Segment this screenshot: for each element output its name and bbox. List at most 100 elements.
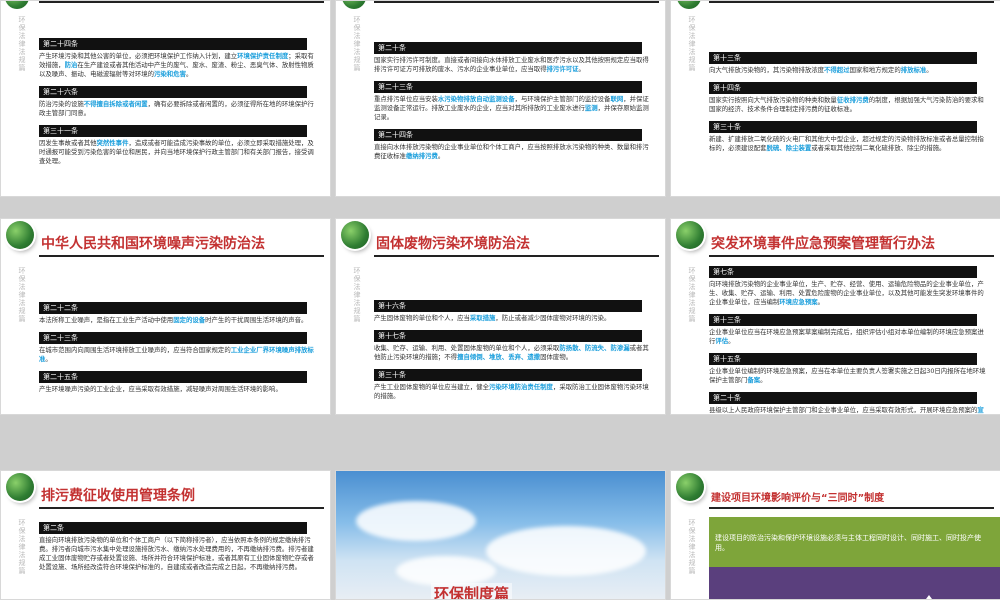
text-span: 固体废物。 [540,353,573,361]
article-heading: 第二十条 [374,42,642,54]
article-heading: 第七条 [709,266,977,278]
article-text: 在城市范围内向周围生活环境排放工业噪声的，应当符合国家规定的工业企业厂界环境噪声… [39,346,318,364]
highlighted-term: 环境保护责任制度 [237,52,289,60]
sidebar-label: 环保法律法规篇 [18,16,26,72]
purple-band [709,567,1000,599]
title-divider [374,255,659,257]
globe-icon [6,221,34,249]
highlighted-term: 不得擅自拆除或者闲置 [83,100,148,108]
article-heading: 第十三条 [709,52,977,64]
slide-4[interactable]: 中华人民共和国环境噪声污染防治法 环保法律法规篇 第二十二条 本法所称工业噪声，是… [0,218,331,415]
text-span: 国家实行排污许可制度。直接或者间接向水体排放工业废水和医疗污水以及其他按照规定应… [374,56,649,73]
sky-background-image [336,471,665,599]
text-span: 产生工业固体废物的单位应当建立，健全 [374,383,490,391]
text-span: 。 [45,355,52,363]
article-heading: 第二十四条 [374,129,642,141]
highlighted-term: 排污许可证 [546,65,579,73]
article-text: 向大气排放污染物的，其污染物排放浓度不得超过国家和地方规定的排放标准。 [709,66,988,75]
highlighted-term: 采取措施 [469,314,496,322]
article-text: 产生环境污染和其他公害的单位，必须把环境保护工作纳入计划，建立环境保护责任制度；… [39,52,318,79]
text-span: 直接向环境排放污染物的单位和个体工商户（以下简称排污者），应当依照本条例的规定缴… [39,536,314,571]
text-span: 。 [760,376,767,384]
article-text: 收集、贮存、运输、利用、处置固体废物的单位和个人，必须采取防扬散、防流失、防渗漏… [374,344,653,362]
slide-2[interactable]: 环保法律法规篇 第二十条国家实行排污许可制度。直接或者间接向水体排放工业废水和医… [335,0,666,197]
text-span: 向环境排放污染物的企业事业单位，生产、贮存、经营、使用、运输危险物品的企业事业单… [709,280,984,306]
highlighted-term: 脱硫、除尘装置 [766,144,812,152]
text-span: 产生固体废物的单位和个人，应当 [374,314,470,322]
text-span: 。 [926,66,933,74]
article-heading: 第二十四条 [39,38,307,50]
text-span: 产生环境噪声污染的工业企业，应当采取有效措施，减轻噪声对周围生活环境的影响。 [39,385,282,393]
article-heading: 第二十五条 [39,371,307,383]
sidebar-label: 环保法律法规篇 [18,267,26,323]
text-span: 在城市范围内向周围生活环境排放工业噪声的，应当符合国家规定的 [39,346,231,354]
text-span: 国家实行按照向大气排放污染物的种类和数量 [709,96,837,104]
text-span: 本法所称工业噪声，是指在工业生产活动中使用 [39,316,174,324]
sidebar-label: 环保法律法规篇 [18,519,26,575]
slide-3[interactable]: 环保法律法规篇 第十三条 向大气排放污染物的，其污染物排放浓度不得超过国家和地方规… [670,0,1000,197]
highlighted-term: 污染环境防治责任制度 [489,383,553,391]
highlighted-term: 联网 [610,95,624,103]
article-text: 直接向水体排放污染物的企业事业单位和个体工商户，应当按照排放水污染物的种类、数量… [374,143,653,161]
highlighted-term: 污染和危害 [154,70,186,78]
text-span: 。 [728,337,735,345]
text-span: 国家和地方规定的 [849,66,901,74]
title-divider [39,507,324,509]
article-heading: 第二十二条 [39,302,307,314]
text-span: 重点排污单位应当安装 [374,95,438,103]
sidebar-label: 环保法律法规篇 [353,267,361,323]
slide-1[interactable]: 环保法律法规篇 第二十四条产生环境污染和其他公害的单位，必须把环境保护工作纳入计… [0,0,331,197]
article-heading: 第二十三条 [374,81,642,93]
highlighted-term: 擅自倾倒、堆放、丢弃、遗撒 [457,353,541,361]
top-divider [709,1,994,3]
slide-content: 第七条向环境排放污染物的企业事业单位，生产、贮存、经营、使用、运输危险物品的企业… [709,259,988,414]
globe-icon [5,1,29,9]
highlighted-term: 征收排污费 [836,96,869,104]
slide-title: 突发环境事件应急预案管理暂行办法 [711,236,935,252]
slide-title: 排污费征收使用管理条例 [41,488,195,504]
globe-icon [677,1,701,9]
slide-title: 建设项目环境影响评价与“三同时”制度 [711,493,885,504]
text-span: ，与环境保护主管部门的监控设备 [514,95,611,103]
title-divider [39,255,324,257]
article-text: 企业事业单位编制的环境应急预案，应当在本单位主要负责人签署实施之日起30日内报所… [709,367,988,385]
text-span: 。 [185,70,193,78]
sidebar-label: 环保法律法规篇 [688,267,696,323]
article-text: 产生工业固体废物的单位应当建立，健全污染环境防治责任制度，采取防治工业固体废物污… [374,383,653,401]
highlighted-term: 水污染物排放自动监测设备 [437,95,515,103]
top-divider [39,1,324,3]
article-text: 企业事业单位应当在环境应急预案草案编制完成后，组织评估小组对本单位编制的环境应急… [709,328,988,346]
slide-7[interactable]: 排污费征收使用管理条例 环保法律法规篇 第二条直接向环境排放污染物的单位和个体工… [0,470,331,600]
slide-6[interactable]: 突发环境事件应急预案管理暂行办法 环保法律法规篇 第七条向环境排放污染物的企业事… [670,218,1000,415]
text-span: 。 [578,65,585,73]
article-heading: 第十五条 [709,353,977,365]
section-title: 环保制度篇 [431,583,513,599]
slide-8[interactable]: 环保制度篇 [335,470,666,600]
slide-5[interactable]: 固体废物污染环境防治法 环保法律法规篇 第十六条 产生固体废物的单位和个人，应当采… [335,218,666,415]
article-heading: 第三十条 [709,121,977,133]
slide-content: 第二条直接向环境排放污染物的单位和个体工商户（以下简称排污者），应当依照本条例的… [39,515,318,572]
article-text: 因发生事故或者其他突然性事件，造成或者可能造成污染事故的单位，必须立即采取措施处… [39,139,318,166]
text-span: 时产生的干扰周围生活环境的声音。 [205,316,308,324]
article-text: 重点排污单位应当安装水污染物排放自动监测设备，与环境保护主管部门的监控设备联网，… [374,95,653,122]
slide-9[interactable]: 建设项目环境影响评价与“三同时”制度 环保法律法规篇 建设项目的防治污染和保护环… [670,470,1000,600]
article-text: 本法所称工业噪声，是指在工业生产活动中使用固定的设备时产生的干扰周围生活环境的声… [39,316,318,325]
article-heading: 第十三条 [709,314,977,326]
article-heading: 第二条 [39,522,307,534]
text-span: 或者采取其他控制二氧化硫排放、除尘的措施。 [811,144,946,152]
title-divider [709,255,994,257]
slide-content: 第十六条 产生固体废物的单位和个人，应当采取措施，防止或者减少固体废物对环境的污染… [374,293,653,401]
article-heading: 第二十三条 [39,332,307,344]
text-span: 企业事业单位应当在环境应急预案草案编制完成后，组织评估小组对本单位编制的环境应急… [709,328,984,345]
sidebar-label: 环保法律法规篇 [688,519,696,575]
arrow-up-icon [923,595,935,599]
globe-icon [6,473,34,501]
article-heading: 第十六条 [374,300,642,312]
sidebar-label: 环保法律法规篇 [353,16,361,72]
article-text: 县级以上人民政府环境保护主管部门和企业事业单位，应当采取有效形式，开展环境应急预… [709,406,988,414]
article-text: 新建、扩建排放二氧化硫的火电厂和其他大中型企业，超过规定的污染物排放标准或者总量… [709,135,988,153]
article-text: 产生环境噪声污染的工业企业，应当采取有效措施，减轻噪声对周围生活环境的影响。 [39,385,318,394]
highlighted-term: 备案 [747,376,761,384]
highlighted-term: 防扬散、防流失、防渗漏 [559,344,630,352]
article-text: 国家实行排污许可制度。直接或者间接向水体排放工业废水和医疗污水以及其他按照规定应… [374,56,653,74]
